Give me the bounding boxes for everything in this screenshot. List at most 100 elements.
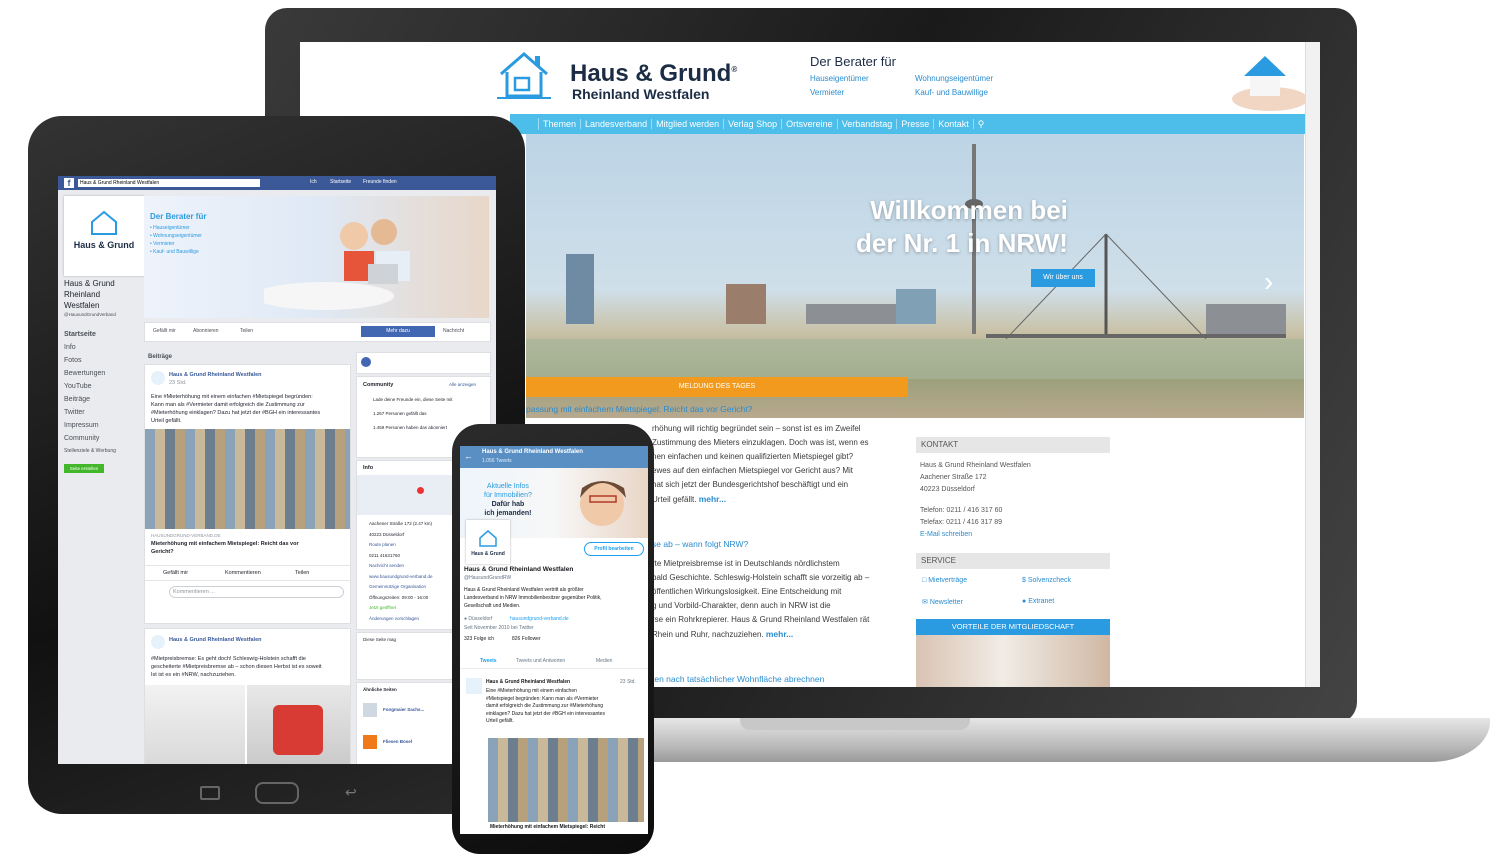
nav-item-landesverband[interactable]: Landesverband [581, 119, 653, 129]
tagline-item[interactable]: Vermieter [810, 88, 844, 97]
tweet-author[interactable]: Haus & Grund Rheinland Westfalen [486, 679, 570, 685]
topbar-link[interactable]: Ich [310, 179, 317, 185]
post-time[interactable]: 23 Std. [169, 380, 186, 386]
facebook-logo-icon[interactable]: f [64, 178, 74, 188]
news-headline[interactable]: se ab – wann folgt NRW? [652, 539, 748, 549]
post-link-title[interactable]: Gericht? [151, 549, 174, 555]
tablet-back-icon[interactable]: ↩ [345, 784, 357, 801]
nav-item-kontakt[interactable]: Kontakt [934, 119, 974, 129]
side-menu-item[interactable]: Beiträge [64, 393, 116, 406]
hero-button[interactable]: Wir über uns [1031, 269, 1095, 287]
topbar-link[interactable]: Freunde finden [363, 179, 397, 185]
post-image[interactable] [247, 685, 350, 764]
tab-tweets-replies[interactable]: Tweets und Antworten [516, 658, 565, 664]
side-menu-item[interactable]: Info [64, 341, 116, 354]
share-button[interactable]: Teilen [295, 570, 309, 576]
slider-next-arrow[interactable]: › [1264, 266, 1273, 298]
post-link-title[interactable]: Mieterhöhung mit einfachem Mietspiegel: … [151, 541, 299, 547]
related-page-avatar[interactable] [363, 703, 377, 717]
back-arrow-icon[interactable]: ← [464, 451, 473, 461]
logo-title[interactable]: Haus & Grund® [570, 60, 737, 88]
nav-item-themen[interactable]: Themen [539, 119, 582, 129]
nav-item-mitglied[interactable]: Mitglied werden [652, 119, 725, 129]
like-button[interactable]: Gefällt mir [163, 570, 188, 576]
nav-item-presse[interactable]: Presse [897, 119, 935, 129]
post-author[interactable]: Haus & Grund Rheinland Westfalen [169, 637, 262, 643]
more-link[interactable]: mehr... [766, 629, 793, 639]
logo-house-icon[interactable] [495, 50, 553, 102]
service-link-mietvertraege[interactable]: □ Mietverträge [922, 577, 967, 584]
tagline-item[interactable]: Kauf- und Bauwillige [915, 88, 988, 97]
side-menu-item[interactable]: Fotos [64, 354, 116, 367]
message-link[interactable]: Nachricht senden [369, 561, 433, 572]
more-link[interactable]: mehr... [699, 494, 726, 504]
facebook-search-input[interactable]: Haus & Grund Rheinland Westfalen [78, 179, 260, 187]
create-page-button[interactable]: Seite erstellen [64, 464, 104, 473]
service-link-newsletter[interactable]: ✉ Newsletter [922, 598, 963, 606]
side-menu-item[interactable]: Bewertungen [64, 367, 116, 380]
post-text: Eine #Mieterhöhung mit einem einfachen #… [151, 394, 321, 424]
learn-more-button[interactable]: Mehr dazu [361, 326, 435, 337]
logo-house-icon: Haus & Grund [74, 210, 134, 250]
scrollbar[interactable] [1305, 42, 1320, 687]
tagline-title: Der Berater für [810, 54, 896, 69]
nav-item-shop[interactable]: Verlag Shop [724, 119, 783, 129]
comment-button[interactable]: Kommentieren [225, 570, 261, 576]
website-link[interactable]: www.hausundgrund-verband.de [369, 572, 433, 583]
edit-profile-button[interactable]: Profil bearbeiten [584, 542, 644, 556]
community-see-all[interactable]: Alle anzeigen [449, 382, 476, 387]
service-link-extranet[interactable]: ● Extranet [1022, 598, 1054, 605]
category-link[interactable]: Gemeinnützige Organisation [369, 582, 433, 593]
profile-website-link[interactable]: hausundgrund-verband.de [510, 616, 569, 622]
tagline-item[interactable]: Hauseigentümer [810, 74, 869, 83]
suggest-edit-link[interactable]: Änderungen vorschlagen [369, 614, 433, 625]
route-link[interactable]: Route planen [369, 540, 433, 551]
share-page-button[interactable]: Teilen [240, 328, 253, 334]
related-page-name[interactable]: Fongmaier Sachs... [383, 707, 424, 712]
profile-avatar[interactable]: Haus & Grund [466, 520, 510, 564]
post-author[interactable]: Haus & Grund Rheinland Westfalen [169, 372, 262, 378]
tablet-home-button[interactable] [255, 782, 299, 804]
nav-item-verbandstag[interactable]: Verbandstag [838, 119, 898, 129]
tab-media[interactable]: Medien [596, 658, 612, 664]
search-icon[interactable]: ⚲ [974, 119, 989, 130]
side-menu-item[interactable]: Stellenziele & Werbung [64, 445, 116, 458]
contact-email-link[interactable]: E-Mail schreiben [920, 531, 972, 538]
post-image[interactable] [145, 685, 245, 764]
nav-item-ortsvereine[interactable]: Ortsvereine [782, 119, 838, 129]
service-link-solvenzcheck[interactable]: $ Solvenzcheck [1022, 577, 1071, 584]
tweet-card-title[interactable]: Mieterhöhung mit einfachem Mietspiegel: … [490, 824, 605, 830]
side-menu-item[interactable]: Startseite [64, 328, 116, 341]
tablet-recent-icon[interactable] [200, 786, 220, 800]
post-image[interactable] [145, 429, 350, 529]
avatar[interactable] [151, 371, 165, 385]
news-headline[interactable]: ten nach tatsächlicher Wohnfläche abrech… [652, 674, 824, 684]
related-page-name[interactable]: Fliesen Bosel [383, 739, 412, 744]
page-profile-picture[interactable]: Haus & Grund [64, 196, 144, 276]
comment-input[interactable]: Kommentieren ... [169, 586, 344, 598]
followers-count[interactable]: 826 Follower [512, 636, 541, 642]
post-link-source: HAUSUNDGRUND-VERBAND.DE [151, 533, 221, 538]
message-button[interactable]: Nachricht [443, 328, 464, 334]
side-menu-item[interactable]: YouTube [64, 380, 116, 393]
cover-photo[interactable]: Der Berater für • Hauseigentümer • Wohnu… [144, 196, 489, 318]
like-page-button[interactable]: Gefällt mir [153, 328, 176, 334]
topbar-link[interactable]: Startseite [330, 179, 351, 185]
avatar[interactable] [466, 678, 482, 694]
tab-tweets[interactable]: Tweets [480, 658, 497, 664]
side-menu-item[interactable]: Impressum [64, 419, 116, 432]
page-handle: @HausundGrundVerband [64, 312, 116, 317]
document-icon: □ [922, 577, 927, 584]
following-count[interactable]: 323 Folge ich [464, 636, 494, 642]
tweet-image[interactable] [488, 738, 644, 822]
news-headline[interactable]: passung mit einfachem Mietspiegel: Reich… [526, 404, 752, 414]
product-image [273, 705, 323, 755]
contact-address: Haus & Grund Rheinland Westfalen Aachene… [920, 462, 1031, 493]
side-menu-item[interactable]: Community [64, 432, 116, 445]
membership-benefits-bar[interactable]: VORTEILE DER MITGLIEDSCHAFT [916, 619, 1110, 635]
side-menu-item[interactable]: Twitter [64, 406, 116, 419]
follow-page-button[interactable]: Abonnieren [193, 328, 219, 334]
avatar[interactable] [151, 635, 165, 649]
tagline-item[interactable]: Wohnungseigentümer [915, 74, 993, 83]
related-page-avatar[interactable] [363, 735, 377, 749]
